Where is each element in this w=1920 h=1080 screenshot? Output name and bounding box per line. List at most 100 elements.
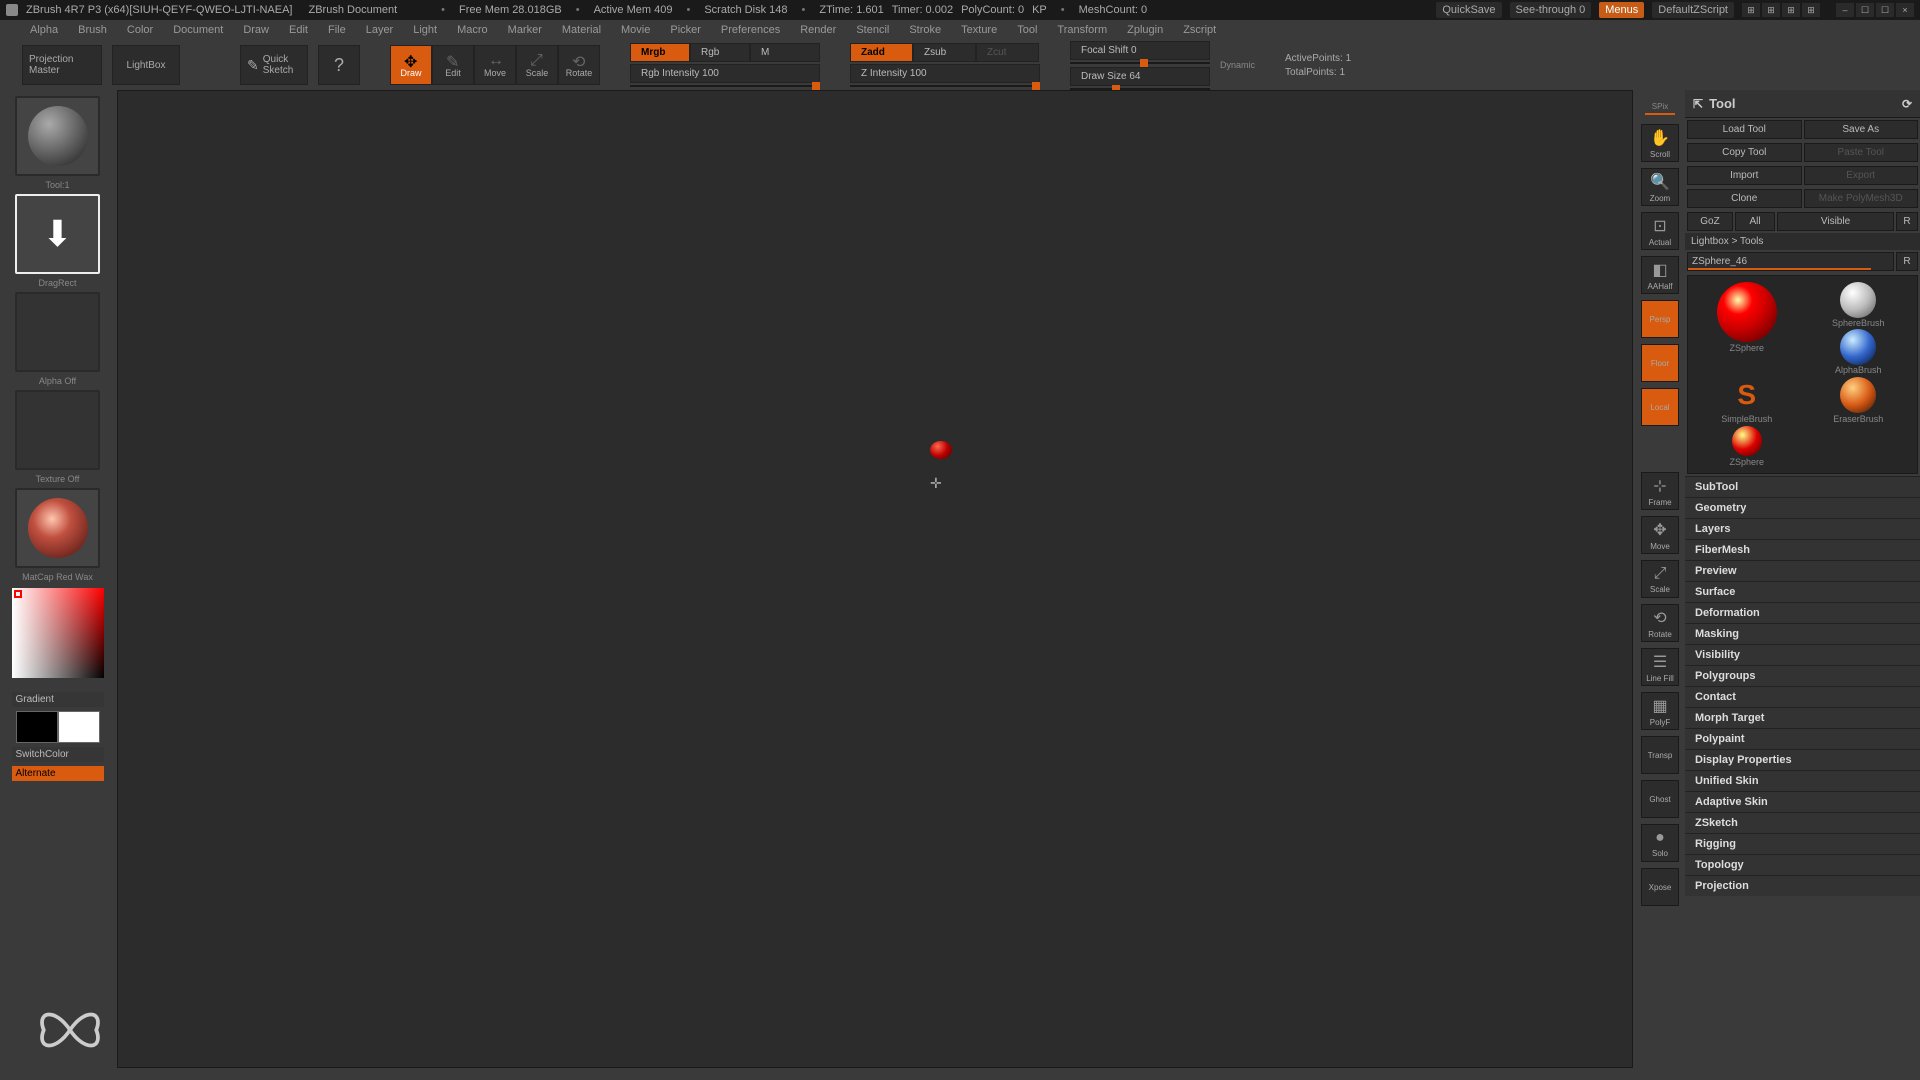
defaultzscript-button[interactable]: DefaultZScript bbox=[1652, 2, 1734, 18]
section-visibility[interactable]: Visibility bbox=[1685, 644, 1920, 665]
panel-pin-icon[interactable]: ⇱ bbox=[1693, 97, 1703, 111]
gradient-button[interactable]: Gradient bbox=[12, 692, 104, 707]
tool-simplebrush[interactable]: SSimpleBrush bbox=[1694, 377, 1800, 424]
window-restore-icon[interactable]: ☐ bbox=[1856, 3, 1874, 17]
goz-visible-button[interactable]: Visible bbox=[1777, 212, 1894, 231]
tab-zsub[interactable]: Zsub bbox=[913, 43, 976, 62]
save-as-button[interactable]: Save As bbox=[1804, 120, 1919, 139]
quicksave-button[interactable]: QuickSave bbox=[1436, 2, 1501, 18]
switchcolor-button[interactable]: SwitchColor bbox=[12, 747, 104, 762]
tab-zcut[interactable]: Zcut bbox=[976, 43, 1039, 62]
nav-scale-button[interactable]: ⤢Scale bbox=[1641, 560, 1679, 598]
goz-all-button[interactable]: All bbox=[1735, 212, 1775, 231]
section-geometry[interactable]: Geometry bbox=[1685, 497, 1920, 518]
alternate-button[interactable]: Alternate bbox=[12, 766, 104, 781]
menu-brush[interactable]: Brush bbox=[68, 22, 117, 38]
menu-preferences[interactable]: Preferences bbox=[711, 22, 790, 38]
menu-movie[interactable]: Movie bbox=[611, 22, 660, 38]
zsphere-object[interactable] bbox=[930, 441, 952, 459]
section-polypaint[interactable]: Polypaint bbox=[1685, 728, 1920, 749]
help-button[interactable]: ? bbox=[318, 45, 360, 85]
lightbox-tools-label[interactable]: Lightbox > Tools bbox=[1685, 233, 1920, 250]
menu-tool[interactable]: Tool bbox=[1007, 22, 1047, 38]
section-zsketch[interactable]: ZSketch bbox=[1685, 812, 1920, 833]
menu-macro[interactable]: Macro bbox=[447, 22, 498, 38]
import-button[interactable]: Import bbox=[1687, 166, 1802, 185]
nav-move-button[interactable]: ✥Move bbox=[1641, 516, 1679, 554]
mode-scale-button[interactable]: ⤢Scale bbox=[516, 45, 558, 85]
dynamic-label[interactable]: Dynamic bbox=[1220, 60, 1255, 70]
section-adaptive-skin[interactable]: Adaptive Skin bbox=[1685, 791, 1920, 812]
section-unified-skin[interactable]: Unified Skin bbox=[1685, 770, 1920, 791]
focal-shift-slider[interactable]: Focal Shift 0 bbox=[1070, 41, 1210, 60]
menu-edit[interactable]: Edit bbox=[279, 22, 318, 38]
section-polygroups[interactable]: Polygroups bbox=[1685, 665, 1920, 686]
mode-edit-button[interactable]: ✎Edit bbox=[432, 45, 474, 85]
menu-texture[interactable]: Texture bbox=[951, 22, 1007, 38]
section-morph-target[interactable]: Morph Target bbox=[1685, 707, 1920, 728]
draw-size-slider[interactable]: Draw Size 64 bbox=[1070, 67, 1210, 86]
nav-frame-button[interactable]: ⊹Frame bbox=[1641, 472, 1679, 510]
projection-master-button[interactable]: Projection Master bbox=[22, 45, 102, 85]
menu-render[interactable]: Render bbox=[790, 22, 846, 38]
section-projection[interactable]: Projection bbox=[1685, 875, 1920, 896]
nav-spix-button[interactable]: SPix bbox=[1641, 98, 1679, 118]
window-minimize-icon[interactable]: – bbox=[1836, 3, 1854, 17]
tool-eraserbrush[interactable]: EraserBrush bbox=[1806, 377, 1912, 424]
menu-material[interactable]: Material bbox=[552, 22, 611, 38]
nav-rotate-button[interactable]: ⟲Rotate bbox=[1641, 604, 1679, 642]
menu-light[interactable]: Light bbox=[403, 22, 447, 38]
window-maximize-icon[interactable]: ☐ bbox=[1876, 3, 1894, 17]
goz-r-button[interactable]: R bbox=[1896, 212, 1918, 231]
texture-thumb[interactable] bbox=[15, 390, 100, 470]
menu-stroke[interactable]: Stroke bbox=[899, 22, 951, 38]
quick-sketch-button[interactable]: ✎Quick Sketch bbox=[240, 45, 308, 85]
color-picker[interactable] bbox=[12, 588, 104, 678]
copy-tool-button[interactable]: Copy Tool bbox=[1687, 143, 1802, 162]
mode-draw-button[interactable]: ✥Draw bbox=[390, 45, 432, 85]
window-close-icon[interactable]: × bbox=[1896, 3, 1914, 17]
menu-marker[interactable]: Marker bbox=[498, 22, 552, 38]
tool-spherebrush[interactable]: SphereBrush bbox=[1832, 282, 1885, 328]
z-intensity-slider[interactable]: Z Intensity 100 bbox=[850, 64, 1040, 83]
clone-button[interactable]: Clone bbox=[1687, 189, 1802, 208]
lightbox-button[interactable]: LightBox bbox=[112, 45, 180, 85]
mode-move-button[interactable]: ↔Move bbox=[474, 45, 516, 85]
section-fibermesh[interactable]: FiberMesh bbox=[1685, 539, 1920, 560]
section-display-properties[interactable]: Display Properties bbox=[1685, 749, 1920, 770]
alpha-thumb[interactable] bbox=[15, 292, 100, 372]
menu-stencil[interactable]: Stencil bbox=[846, 22, 899, 38]
menu-draw[interactable]: Draw bbox=[233, 22, 279, 38]
nav-ghost-button[interactable]: Ghost bbox=[1641, 780, 1679, 818]
tool-r-button[interactable]: R bbox=[1896, 252, 1918, 271]
titlebar-icon-2[interactable]: ⊞ bbox=[1762, 3, 1780, 17]
goz-button[interactable]: GoZ bbox=[1687, 212, 1733, 231]
nav-scroll-button[interactable]: ✋Scroll bbox=[1641, 124, 1679, 162]
nav-zoom-button[interactable]: 🔍Zoom bbox=[1641, 168, 1679, 206]
menu-color[interactable]: Color bbox=[117, 22, 163, 38]
primary-color-swatch[interactable] bbox=[58, 711, 100, 743]
menu-transform[interactable]: Transform bbox=[1047, 22, 1117, 38]
section-rigging[interactable]: Rigging bbox=[1685, 833, 1920, 854]
nav-actual-button[interactable]: ⊡Actual bbox=[1641, 212, 1679, 250]
section-masking[interactable]: Masking bbox=[1685, 623, 1920, 644]
tab-zadd[interactable]: Zadd bbox=[850, 43, 913, 62]
titlebar-icon-4[interactable]: ⊞ bbox=[1802, 3, 1820, 17]
load-tool-button[interactable]: Load Tool bbox=[1687, 120, 1802, 139]
nav-solo-button[interactable]: ●Solo bbox=[1641, 824, 1679, 862]
current-tool-thumb[interactable] bbox=[15, 96, 100, 176]
titlebar-icon-3[interactable]: ⊞ bbox=[1782, 3, 1800, 17]
section-topology[interactable]: Topology bbox=[1685, 854, 1920, 875]
nav-aahalf-button[interactable]: ◧AAHalf bbox=[1641, 256, 1679, 294]
tab-rgb[interactable]: Rgb bbox=[690, 43, 750, 62]
material-thumb[interactable] bbox=[15, 488, 100, 568]
nav-polyf-button[interactable]: ▦PolyF bbox=[1641, 692, 1679, 730]
section-subtool[interactable]: SubTool bbox=[1685, 476, 1920, 497]
section-surface[interactable]: Surface bbox=[1685, 581, 1920, 602]
nav-local-button[interactable]: Local bbox=[1641, 388, 1679, 426]
nav-linefill-button[interactable]: ☰Line Fill bbox=[1641, 648, 1679, 686]
seethrough-slider[interactable]: See-through 0 bbox=[1510, 2, 1592, 18]
menu-zscript[interactable]: Zscript bbox=[1173, 22, 1226, 38]
tool-alphabrush[interactable]: AlphaBrush bbox=[1835, 329, 1882, 375]
menu-picker[interactable]: Picker bbox=[660, 22, 711, 38]
